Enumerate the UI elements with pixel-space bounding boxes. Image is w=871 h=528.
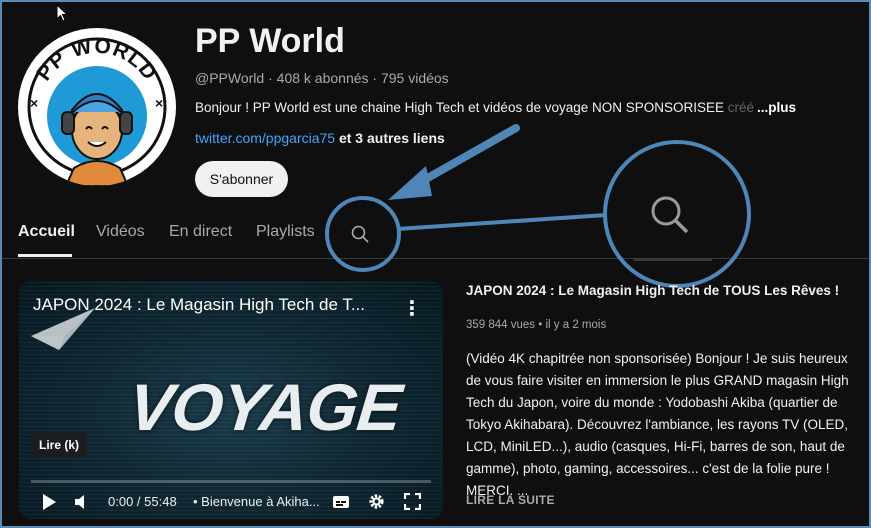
time-display: 0:00 / 55:48 <box>108 494 177 509</box>
mouse-cursor-icon <box>56 4 68 22</box>
video-description: (Vidéo 4K chapitrée non sponsorisée) Bon… <box>466 351 849 498</box>
chapter-title[interactable]: • Bienvenue à Akiha... <box>193 494 320 509</box>
thumbnail-overlay-text: VOYAGE <box>125 370 405 444</box>
volume-icon[interactable] <box>74 494 92 510</box>
more-vert-icon[interactable]: ⋮ <box>402 296 422 321</box>
subtitles-icon[interactable] <box>332 495 350 509</box>
settings-icon[interactable] <box>368 493 385 510</box>
player-controls: 0:00 / 55:48 • Bienvenue à Akiha... <box>19 487 443 517</box>
view-count: 359 844 vues <box>466 319 536 331</box>
video-title-overlay[interactable]: JAPON 2024 : Le Magasin High Tech de T..… <box>33 295 365 315</box>
play-icon[interactable] <box>41 493 57 511</box>
video-meta: 359 844 vues • il y a 2 mois <box>466 319 607 331</box>
read-more-button[interactable]: LIRE LA SUITE <box>466 493 555 507</box>
progress-bar[interactable] <box>31 480 431 483</box>
video-player[interactable]: JAPON 2024 : Le Magasin High Tech de T..… <box>19 281 443 519</box>
upload-age: il y a 2 mois <box>545 319 607 331</box>
play-tooltip: Lire (k) <box>31 433 88 457</box>
fullscreen-icon[interactable] <box>404 493 421 510</box>
video-title[interactable]: JAPON 2024 : Le Magasin High Tech de TOU… <box>466 283 839 298</box>
